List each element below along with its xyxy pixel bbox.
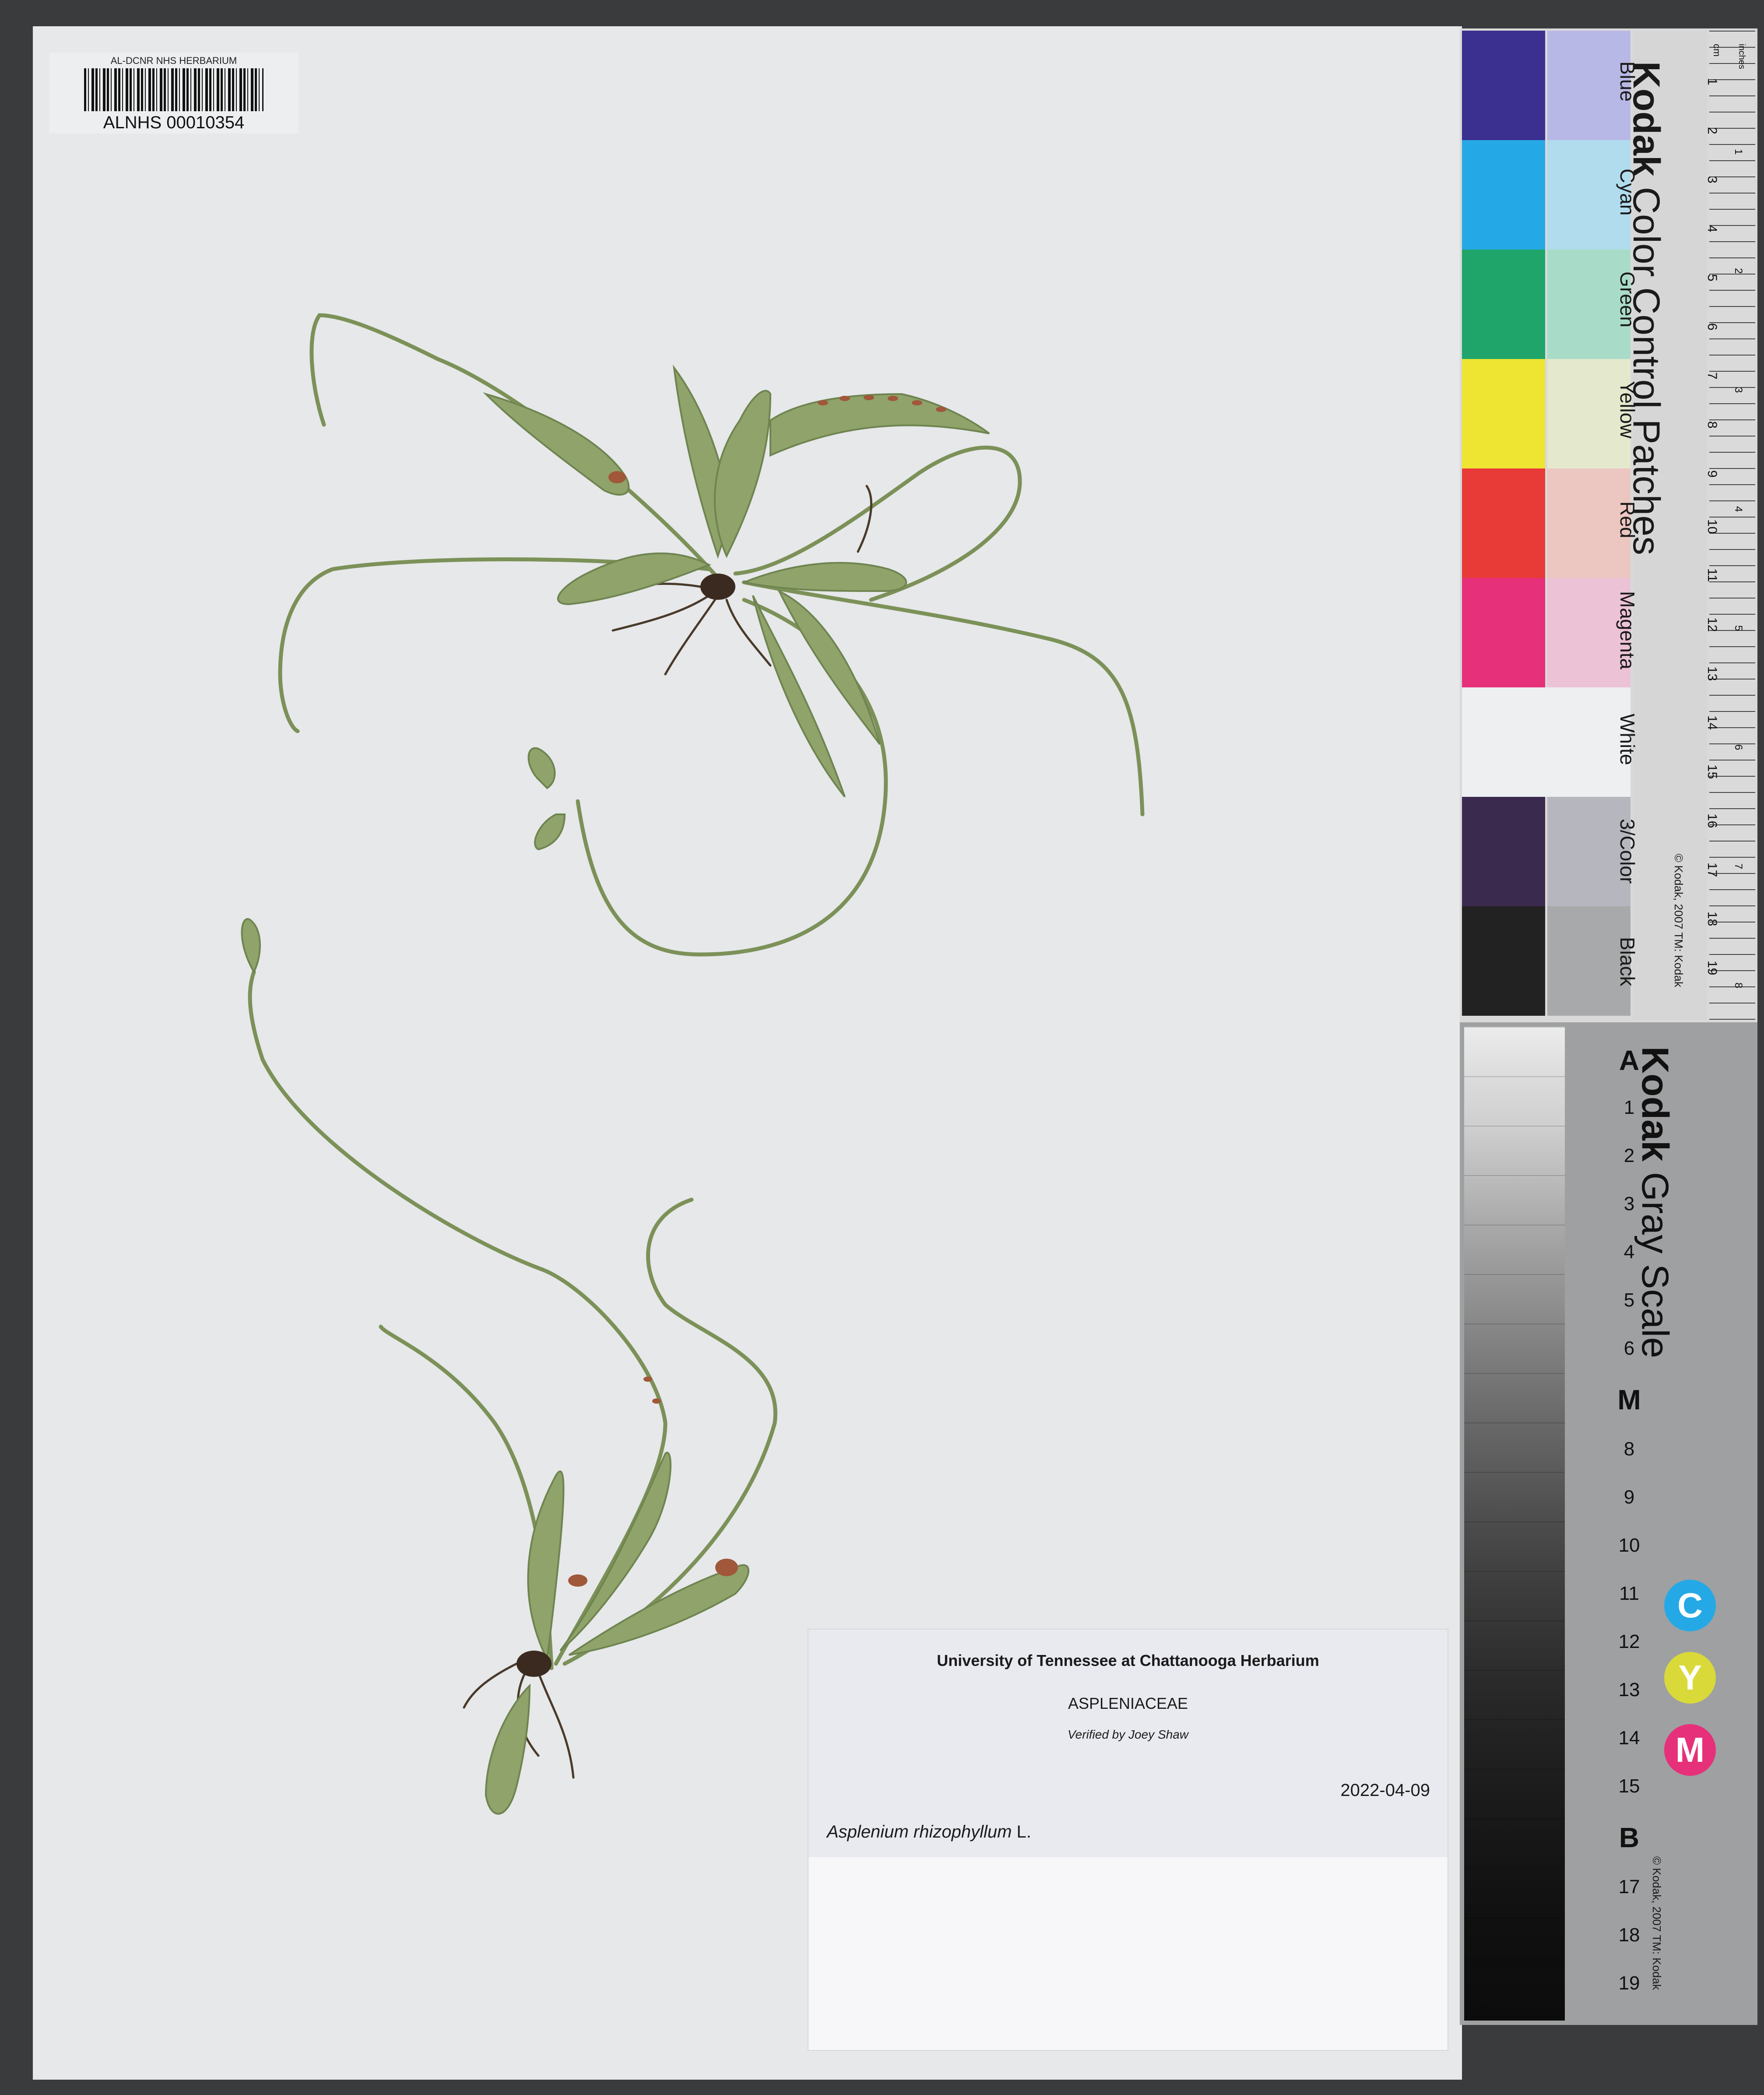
- frond-stem: [379, 1324, 554, 1670]
- ruler-cm-1: 1: [1705, 78, 1719, 85]
- ruler-cm-18: 18: [1705, 912, 1719, 926]
- frond-blade: [527, 1470, 565, 1662]
- ruler-in-1: 1: [1732, 149, 1744, 155]
- ruler-unit-cm: cm: [1711, 44, 1722, 57]
- taxon-name: Asplenium rhizophyllum: [827, 1822, 1012, 1841]
- color-card-copyright: © Kodak, 2007 TM: Kodak: [1672, 854, 1685, 987]
- gray-step-14: 14: [1618, 1727, 1640, 1749]
- label-verified: Verified by Joey Shaw: [1068, 1728, 1188, 1741]
- yellow-dot: Y: [1664, 1652, 1716, 1704]
- frond-blade: [485, 1683, 531, 1815]
- frond-blade: [777, 589, 881, 745]
- ruler-cm-7: 7: [1705, 372, 1719, 380]
- ruler-in-4: 4: [1732, 506, 1744, 512]
- gray-step-3: 3: [1623, 1193, 1635, 1215]
- gray-step-13: 13: [1618, 1679, 1640, 1701]
- gray-step-A: A: [1619, 1045, 1640, 1076]
- ruler-cm-19: 19: [1705, 961, 1719, 975]
- gray-step-5: 5: [1623, 1289, 1635, 1311]
- gray-step-8: 8: [1623, 1438, 1635, 1460]
- patch-label-cyan: Cyan: [1616, 169, 1639, 216]
- gray-card-copyright: © Kodak, 2007 TM: Kodak: [1650, 1856, 1663, 1990]
- patch-label-3color: 3/Color: [1616, 819, 1639, 884]
- plantlet-leaf: [241, 918, 261, 974]
- label-date: 2022-04-09: [1340, 1781, 1430, 1800]
- ruler-in-5: 5: [1732, 625, 1744, 631]
- ruler-cm-5: 5: [1705, 274, 1719, 282]
- gray-step-12: 12: [1618, 1631, 1640, 1652]
- ruler-cm-16: 16: [1705, 813, 1719, 828]
- gray-step-6: 6: [1623, 1338, 1635, 1359]
- ruler-cm-8: 8: [1705, 421, 1719, 429]
- gray-step-B: B: [1619, 1822, 1640, 1853]
- patch-label-magenta: Magenta: [1616, 591, 1639, 670]
- label-family: ASPLENIACEAE: [1068, 1694, 1188, 1712]
- ruler-unit-inches: inches: [1737, 44, 1746, 69]
- ruler-in-3: 3: [1732, 387, 1744, 393]
- ruler-cm-13: 13: [1705, 666, 1719, 681]
- ruler-cm-11: 11: [1705, 568, 1719, 582]
- patch-cyan-dark: [1462, 140, 1545, 250]
- gray-step-17: 17: [1618, 1876, 1640, 1898]
- label-taxon: Asplenium rhizophyllum L.: [827, 1822, 1031, 1842]
- patch-white: [1462, 687, 1630, 797]
- ruler-cm-3: 3: [1705, 176, 1719, 183]
- gray-step-9: 9: [1623, 1486, 1635, 1508]
- ruler-cm-14: 14: [1705, 715, 1719, 730]
- color-card-title-text: Color Control Patches: [1625, 187, 1667, 556]
- patch-label-white: White: [1616, 714, 1639, 765]
- magenta-dot: M: [1664, 1724, 1716, 1776]
- ruler-cm-17: 17: [1705, 863, 1719, 877]
- ruler-cm-15: 15: [1705, 764, 1719, 779]
- ruler-cm-6: 6: [1705, 323, 1719, 331]
- frond-blade: [483, 392, 630, 496]
- ruler-cm-9: 9: [1705, 470, 1719, 478]
- gray-step-11: 11: [1619, 1583, 1639, 1604]
- ruler-in-6: 6: [1732, 744, 1744, 750]
- ruler-cm-12: 12: [1705, 617, 1719, 632]
- gray-step-2: 2: [1623, 1145, 1635, 1166]
- frond-blade: [770, 393, 990, 457]
- patch-red-dark: [1462, 468, 1545, 578]
- frond-stem: [309, 313, 720, 580]
- patch-3color-dark: [1462, 797, 1545, 906]
- label-institution: University of Tennessee at Chattanooga H…: [937, 1651, 1319, 1669]
- gray-step-1: 1: [1623, 1097, 1635, 1118]
- patch-label-yellow: Yellow: [1616, 381, 1639, 439]
- gray-step-19: 19: [1618, 1972, 1640, 1994]
- patch-label-red: Red: [1616, 501, 1639, 539]
- gray-step-M: M: [1617, 1384, 1641, 1415]
- patch-magenta-dark: [1462, 578, 1545, 687]
- herbarium-label: University of Tennessee at Chattanooga H…: [808, 1629, 1448, 2051]
- patch-blue-dark: [1462, 31, 1545, 140]
- patch-black-dark: [1462, 906, 1545, 1016]
- patch-label-green: Green: [1616, 271, 1639, 327]
- patch-green-dark: [1462, 250, 1545, 359]
- gray-step-15: 15: [1618, 1775, 1640, 1797]
- taxon-author: L.: [1016, 1822, 1031, 1841]
- ruler-in-2: 2: [1732, 268, 1744, 274]
- plantlet-leaf: [534, 813, 566, 851]
- patch-label-black: Black: [1616, 937, 1639, 986]
- patch-yellow-dark: [1462, 359, 1545, 468]
- gray-scale-step-lines: [1464, 1027, 1565, 2021]
- gray-step-18: 18: [1618, 1924, 1640, 1946]
- plantlet-leaf: [527, 747, 556, 789]
- gray-step-4: 4: [1623, 1241, 1635, 1263]
- ruler-cm-10: 10: [1705, 519, 1719, 534]
- patch-label-blue: Blue: [1616, 61, 1639, 102]
- gray-step-10: 10: [1618, 1535, 1640, 1556]
- cyan-dot: C: [1664, 1580, 1716, 1631]
- frond-blade: [713, 390, 772, 558]
- ruler-cm-4: 4: [1705, 225, 1719, 232]
- ruler-in-8: 8: [1732, 982, 1744, 989]
- ruler-cm-2: 2: [1705, 127, 1719, 134]
- ruler-in-7: 7: [1732, 863, 1744, 870]
- frond-stem: [248, 970, 668, 1666]
